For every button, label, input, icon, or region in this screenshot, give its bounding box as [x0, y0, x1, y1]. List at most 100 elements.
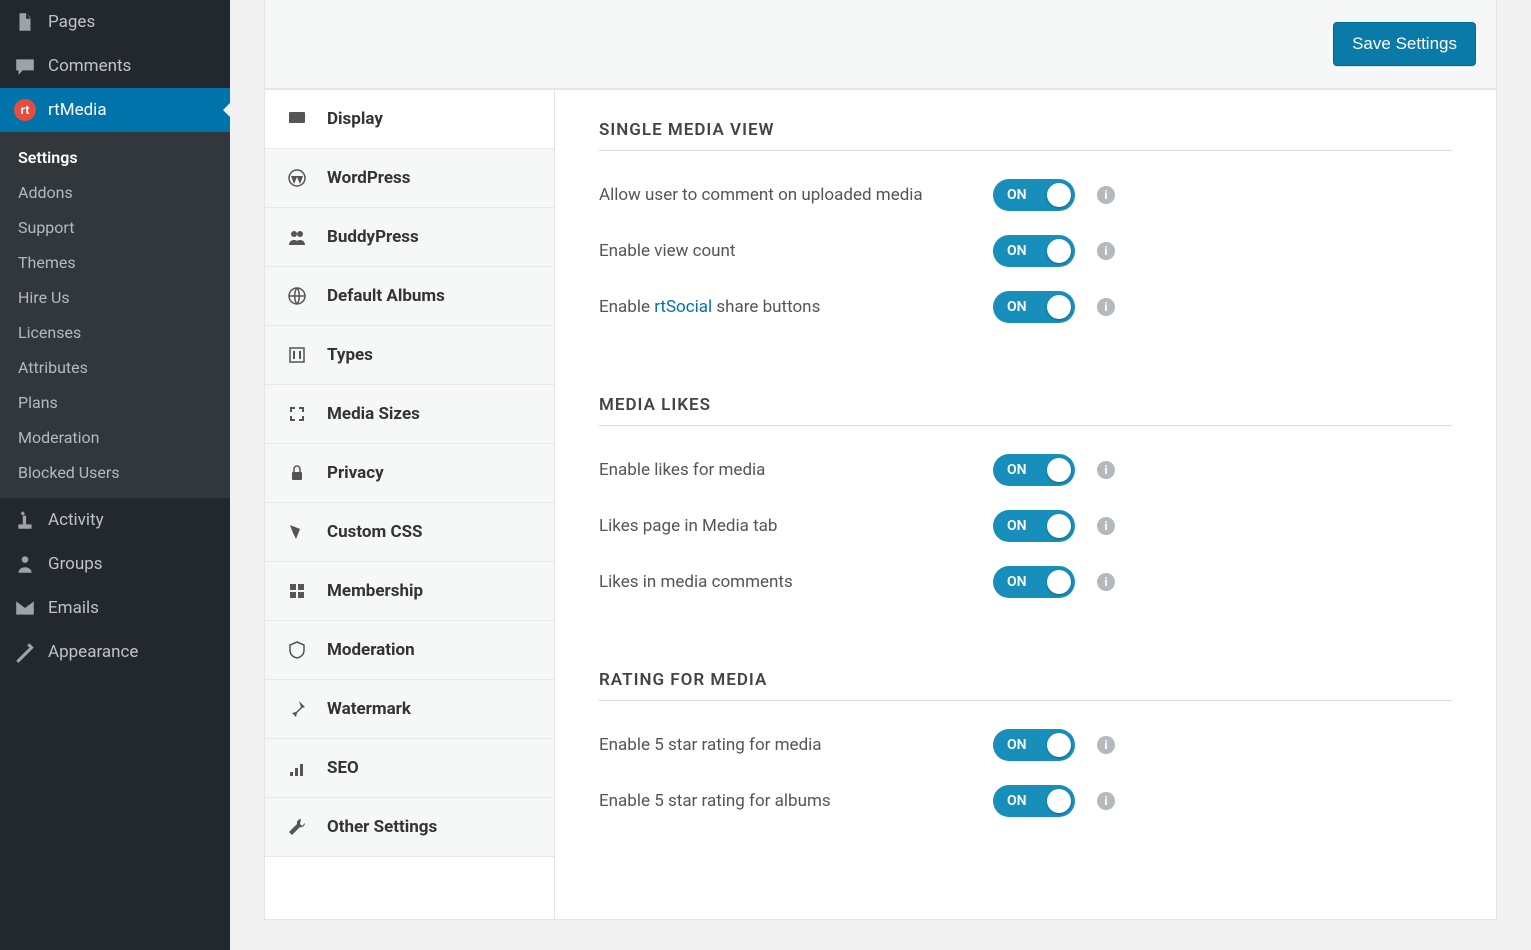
info-icon[interactable]: i	[1097, 573, 1115, 591]
submenu-themes[interactable]: Themes	[0, 245, 230, 280]
comments-icon	[14, 55, 36, 77]
tab-media-sizes[interactable]: Media Sizes	[265, 385, 554, 444]
tab-privacy[interactable]: Privacy	[265, 444, 554, 503]
groups-icon	[14, 553, 36, 575]
setting-row: Enable 5 star rating for albums ON i	[599, 773, 1452, 829]
sidebar-item-comments[interactable]: Comments	[0, 44, 230, 88]
tab-label: Moderation	[327, 640, 415, 660]
sidebar-item-groups[interactable]: Groups	[0, 542, 230, 586]
toggle-likes-page[interactable]: ON	[993, 510, 1075, 542]
setting-label: Enable rtSocial share buttons	[599, 295, 979, 320]
sidebar-item-rtmedia[interactable]: rt rtMedia	[0, 88, 230, 132]
css-icon	[287, 522, 307, 542]
tab-label: Membership	[327, 581, 423, 601]
wordpress-icon	[287, 168, 307, 188]
sidebar-item-emails[interactable]: Emails	[0, 586, 230, 630]
tab-moderation[interactable]: Moderation	[265, 621, 554, 680]
sidebar-label: Comments	[48, 56, 131, 76]
wrench-icon	[287, 817, 307, 837]
submenu-blocked-users[interactable]: Blocked Users	[0, 455, 230, 490]
tab-default-albums[interactable]: Default Albums	[265, 267, 554, 326]
section-title: RATING FOR MEDIA	[599, 670, 1452, 701]
setting-label: Enable likes for media	[599, 458, 979, 483]
sidebar-label: Emails	[48, 598, 99, 618]
setting-label: Likes in media comments	[599, 570, 979, 595]
appearance-icon	[14, 641, 36, 663]
submenu-support[interactable]: Support	[0, 210, 230, 245]
pages-icon	[14, 11, 36, 33]
buddypress-icon	[287, 227, 307, 247]
settings-wrap: Display WordPress BuddyPress Default Alb…	[264, 89, 1497, 920]
settings-panel: SINGLE MEDIA VIEW Allow user to comment …	[555, 90, 1496, 919]
setting-row: Enable view count ON i	[599, 223, 1452, 279]
info-icon[interactable]: i	[1097, 461, 1115, 479]
activity-icon	[14, 509, 36, 531]
toggle-rating-media[interactable]: ON	[993, 729, 1075, 761]
rtmedia-icon: rt	[14, 99, 36, 121]
rtmedia-submenu: Settings Addons Support Themes Hire Us L…	[0, 132, 230, 498]
tab-seo[interactable]: SEO	[265, 739, 554, 798]
tab-types[interactable]: Types	[265, 326, 554, 385]
tab-custom-css[interactable]: Custom CSS	[265, 503, 554, 562]
info-icon[interactable]: i	[1097, 186, 1115, 204]
tab-membership[interactable]: Membership	[265, 562, 554, 621]
tab-label: Default Albums	[327, 286, 445, 306]
info-icon[interactable]: i	[1097, 242, 1115, 260]
tab-display[interactable]: Display	[265, 90, 554, 149]
types-icon	[287, 345, 307, 365]
submenu-attributes[interactable]: Attributes	[0, 350, 230, 385]
submenu-settings[interactable]: Settings	[0, 140, 230, 175]
emails-icon	[14, 597, 36, 619]
rtsocial-link[interactable]: rtSocial	[654, 297, 712, 317]
setting-label: Enable 5 star rating for albums	[599, 789, 979, 814]
info-icon[interactable]: i	[1097, 736, 1115, 754]
toggle-view-count[interactable]: ON	[993, 235, 1075, 267]
tab-label: Display	[327, 109, 383, 129]
tab-wordpress[interactable]: WordPress	[265, 149, 554, 208]
toggle-allow-comments[interactable]: ON	[993, 179, 1075, 211]
lock-icon	[287, 463, 307, 483]
submenu-addons[interactable]: Addons	[0, 175, 230, 210]
setting-row: Enable rtSocial share buttons ON i	[599, 279, 1452, 335]
shield-icon	[287, 640, 307, 660]
setting-row: Likes page in Media tab ON i	[599, 498, 1452, 554]
toggle-rtsocial[interactable]: ON	[993, 291, 1075, 323]
seo-icon	[287, 758, 307, 778]
tab-watermark[interactable]: Watermark	[265, 680, 554, 739]
setting-label: Enable view count	[599, 239, 979, 264]
sidebar-item-pages[interactable]: Pages	[0, 0, 230, 44]
tab-label: WordPress	[327, 168, 411, 188]
tab-label: Other Settings	[327, 817, 437, 837]
sidebar-label: rtMedia	[48, 100, 107, 120]
tab-other-settings[interactable]: Other Settings	[265, 798, 554, 857]
submenu-hire-us[interactable]: Hire Us	[0, 280, 230, 315]
sidebar-label: Groups	[48, 554, 103, 574]
sizes-icon	[287, 404, 307, 424]
wp-admin-sidebar: Pages Comments rt rtMedia Settings Addon…	[0, 0, 230, 950]
toggle-rating-albums[interactable]: ON	[993, 785, 1075, 817]
section-title: MEDIA LIKES	[599, 395, 1452, 426]
submenu-moderation[interactable]: Moderation	[0, 420, 230, 455]
info-icon[interactable]: i	[1097, 792, 1115, 810]
tab-label: Watermark	[327, 699, 411, 719]
sidebar-item-activity[interactable]: Activity	[0, 498, 230, 542]
section-single-media: SINGLE MEDIA VIEW Allow user to comment …	[599, 120, 1452, 335]
toggle-likes-comments[interactable]: ON	[993, 566, 1075, 598]
setting-label: Enable 5 star rating for media	[599, 733, 979, 758]
save-button[interactable]: Save Settings	[1333, 22, 1476, 66]
tab-buddypress[interactable]: BuddyPress	[265, 208, 554, 267]
submenu-licenses[interactable]: Licenses	[0, 315, 230, 350]
tab-label: BuddyPress	[327, 227, 419, 247]
setting-row: Enable likes for media ON i	[599, 442, 1452, 498]
info-icon[interactable]: i	[1097, 517, 1115, 535]
setting-row: Enable 5 star rating for media ON i	[599, 717, 1452, 773]
info-icon[interactable]: i	[1097, 298, 1115, 316]
submenu-plans[interactable]: Plans	[0, 385, 230, 420]
section-rating: RATING FOR MEDIA Enable 5 star rating fo…	[599, 670, 1452, 829]
pin-icon	[287, 699, 307, 719]
tab-label: Privacy	[327, 463, 384, 483]
sidebar-item-appearance[interactable]: Appearance	[0, 630, 230, 674]
sidebar-label: Appearance	[48, 642, 138, 662]
toggle-likes-media[interactable]: ON	[993, 454, 1075, 486]
settings-tabs: Display WordPress BuddyPress Default Alb…	[265, 90, 555, 919]
